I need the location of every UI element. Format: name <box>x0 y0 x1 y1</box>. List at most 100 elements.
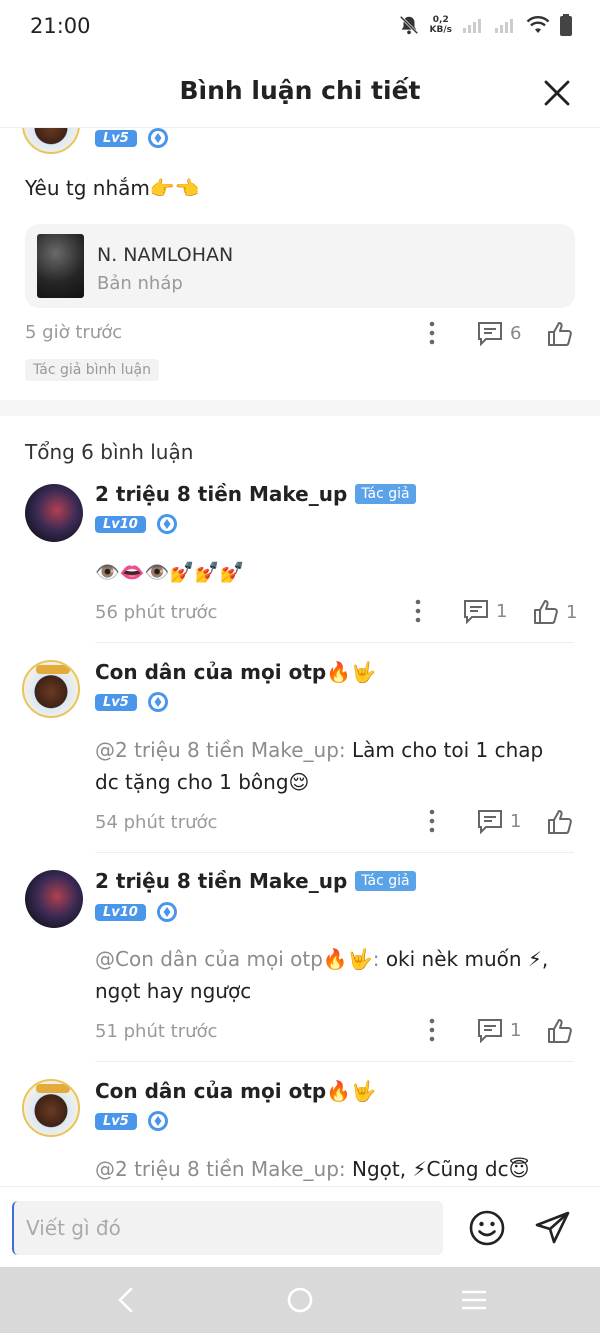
comment-icon <box>464 600 488 624</box>
shield-badge-icon <box>156 514 177 534</box>
user-badges: Lv5 <box>95 691 169 713</box>
shield-badge-icon <box>147 1111 168 1131</box>
avatar[interactable] <box>22 1079 80 1137</box>
wifi-icon <box>526 16 550 33</box>
reply-count: 1 <box>496 600 508 622</box>
author-tag: Tác giả <box>355 484 416 504</box>
draft-card[interactable]: N. NAMLOHAN Bản nháp <box>25 224 575 308</box>
comment-scroll-area[interactable]: Lv5 Yêu tg nhắm👉👈 N. NAMLOHAN Bản nháp 5… <box>0 128 600 1186</box>
level-badge: Lv5 <box>95 1112 137 1130</box>
reply-count: 1 <box>510 810 522 832</box>
nav-home-button[interactable] <box>284 1284 316 1316</box>
nav-menu-button[interactable] <box>458 1284 490 1316</box>
comment-text: @2 triệu 8 tiền Make_up: Làm cho toi 1 c… <box>95 738 544 794</box>
comment-input-bar <box>0 1186 600 1267</box>
more-vertical-icon <box>429 1018 435 1042</box>
comment-text: @2 triệu 8 tiền Make_up: Ngọt, ⚡Cũng dc😇 <box>95 1157 530 1181</box>
emoji-button[interactable] <box>468 1209 506 1247</box>
divider <box>95 852 574 853</box>
shield-badge-icon <box>147 128 168 148</box>
header: Bình luận chi tiết <box>0 56 600 128</box>
more-button[interactable] <box>422 320 442 346</box>
thumbs-up-icon <box>548 1019 572 1043</box>
like-button[interactable] <box>546 1017 574 1045</box>
reply-count: 6 <box>510 322 522 344</box>
comment-input[interactable] <box>12 1201 443 1255</box>
author-comment-tag: Tác giả bình luận <box>25 359 159 381</box>
avatar[interactable] <box>22 660 80 718</box>
nav-back-button[interactable] <box>110 1284 142 1316</box>
home-circle-icon <box>287 1287 313 1313</box>
net-speed: 0,2 KB/s <box>429 15 452 35</box>
user-badges: Lv5 <box>95 128 169 149</box>
draft-cover-image <box>37 234 84 298</box>
comment-time: 5 giờ trước <box>25 322 123 343</box>
thumbs-up-icon <box>534 600 558 624</box>
back-icon <box>118 1287 133 1313</box>
more-button[interactable] <box>422 808 442 834</box>
status-time: 21:00 <box>30 14 91 38</box>
more-button[interactable] <box>422 1017 442 1043</box>
mention[interactable]: @2 triệu 8 tiền Make_up: <box>95 738 352 762</box>
author-tag: Tác giả <box>355 871 416 891</box>
comment-time: 51 phút trước <box>95 1021 218 1042</box>
reply-button[interactable]: 6 <box>476 320 521 346</box>
draft-title: N. NAMLOHAN <box>97 244 234 266</box>
signal-icon <box>463 19 481 33</box>
level-badge: Lv10 <box>95 515 146 533</box>
smiley-icon <box>469 1210 505 1246</box>
send-icon <box>535 1211 570 1244</box>
comment-text: Yêu tg nhắm👉👈 <box>25 176 200 200</box>
shield-badge-icon <box>156 902 177 922</box>
like-count: 1 <box>566 601 578 623</box>
mention[interactable]: @Con dân của mọi otp🔥🤟: <box>95 947 386 971</box>
mention[interactable]: @2 triệu 8 tiền Make_up: <box>95 1157 352 1181</box>
like-button[interactable] <box>546 320 574 348</box>
mute-bell-icon <box>399 15 418 35</box>
level-badge: Lv10 <box>95 903 146 921</box>
level-badge: Lv5 <box>95 693 137 711</box>
like-button[interactable] <box>546 808 574 836</box>
status-bar: 21:00 0,2 KB/s <box>0 0 600 56</box>
comment-time: 54 phút trước <box>95 812 218 833</box>
comment-icon <box>478 1019 502 1043</box>
more-button[interactable] <box>408 598 428 624</box>
user-badges: Lv10 <box>95 901 178 923</box>
reply-button[interactable]: 1 <box>476 808 521 834</box>
thumbs-up-icon <box>548 810 572 834</box>
more-vertical-icon <box>429 809 435 833</box>
username[interactable]: 2 triệu 8 tiền Make_up Tác giả <box>95 869 416 893</box>
signal-icon-2 <box>495 19 513 33</box>
username[interactable]: Con dân của mọi otp🔥🤟 <box>95 1079 376 1103</box>
username[interactable]: 2 triệu 8 tiền Make_up Tác giả <box>95 482 416 506</box>
username[interactable]: Con dân của mọi otp🔥🤟 <box>95 660 376 684</box>
divider <box>95 642 574 643</box>
comment-icon <box>478 810 502 834</box>
level-badge: Lv5 <box>95 129 137 147</box>
comment-text: @Con dân của mọi otp🔥🤟: oki nèk muốn ⚡, … <box>95 947 549 1003</box>
comment-time: 56 phút trước <box>95 602 218 623</box>
menu-icon <box>462 1290 486 1310</box>
send-button[interactable] <box>534 1209 572 1247</box>
comment-icon <box>478 322 502 346</box>
avatar[interactable] <box>22 128 80 154</box>
reply-button[interactable]: 1 <box>476 1017 521 1043</box>
avatar[interactable] <box>25 484 83 542</box>
total-comments: Tổng 6 bình luận <box>25 440 194 464</box>
page-title: Bình luận chi tiết <box>179 76 421 105</box>
section-divider <box>0 400 600 416</box>
more-vertical-icon <box>415 599 421 623</box>
user-badges: Lv10 <box>95 513 178 535</box>
like-button[interactable]: 1 <box>532 598 577 626</box>
thumbs-up-icon <box>548 322 572 346</box>
status-icons: 0,2 KB/s <box>398 14 572 36</box>
shield-badge-icon <box>147 692 168 712</box>
divider <box>95 1061 574 1062</box>
reply-button[interactable]: 1 <box>462 598 507 624</box>
close-button[interactable] <box>540 76 574 110</box>
avatar[interactable] <box>25 870 83 928</box>
battery-icon <box>560 14 572 36</box>
user-badges: Lv5 <box>95 1110 169 1132</box>
system-nav-bar <box>0 1267 600 1333</box>
more-vertical-icon <box>429 321 435 345</box>
